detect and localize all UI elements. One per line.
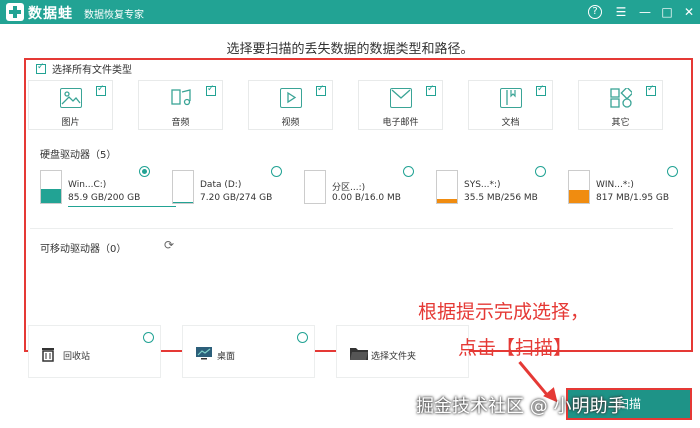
app-subtitle: 数据恢复专家 [84, 10, 144, 21]
select-all-label: 选择所有文件类型 [52, 65, 132, 76]
drive-size: 817 MB/1.95 GB [596, 193, 670, 203]
file-type-card-audio[interactable]: 音频 [138, 80, 223, 130]
checkbox-icon[interactable] [536, 84, 546, 96]
drive-radio[interactable] [403, 166, 414, 177]
checkbox-icon[interactable] [646, 84, 656, 96]
checkbox-icon[interactable] [36, 62, 46, 74]
checkbox-icon[interactable] [206, 84, 216, 96]
drive-radio[interactable] [535, 166, 546, 177]
location-folder[interactable]: 选择文件夹 [336, 325, 469, 378]
drive-name: 分区...:) [332, 183, 366, 193]
drive-name: SYS...*:) [464, 180, 501, 190]
location-label: 选择文件夹 [371, 352, 417, 362]
file-type-card-email[interactable]: 电子邮件 [358, 80, 443, 130]
close-icon[interactable]: ✕ [680, 3, 698, 21]
hard-drive-icon [304, 170, 326, 204]
drive-radio[interactable] [139, 166, 150, 177]
image-icon [59, 88, 82, 108]
hard-drives-title: 硬盘驱动器（5） [40, 150, 117, 161]
title-bar: 数据蛙 数据恢复专家 ? ☰ — □ ✕ [0, 0, 700, 24]
app-brand: 数据蛙 [28, 6, 73, 22]
refresh-icon[interactable]: ⟳ [164, 239, 176, 251]
file-type-label: 文档 [501, 118, 520, 128]
file-type-label: 图片 [61, 118, 80, 128]
minimize-icon[interactable]: — [636, 3, 654, 21]
removable-drives-title: 可移动驱动器（0） [40, 244, 127, 255]
checkbox-icon[interactable] [96, 84, 106, 96]
drive-name: WIN...*:) [596, 180, 634, 190]
drive-item[interactable]: SYS...*:) 35.5 MB/256 MB [426, 160, 546, 210]
drive-item[interactable]: 分区...:) 0.00 B/16.0 MB [294, 160, 414, 210]
drive-name: Win...C:) [68, 180, 107, 190]
location-desktop[interactable]: 桌面 [182, 325, 315, 378]
hard-drive-icon [40, 170, 62, 204]
file-type-label: 视频 [281, 118, 300, 128]
file-type-card-image[interactable]: 图片 [28, 80, 113, 130]
file-type-label: 电子邮件 [382, 118, 419, 128]
annotation-text-line1: 根据提示完成选择， [418, 301, 590, 323]
location-radio[interactable] [297, 332, 308, 343]
other-icon [609, 86, 634, 108]
drive-size: 0.00 B/16.0 MB [332, 193, 401, 203]
drive-item[interactable]: Data (D:) 7.20 GB/274 GB [162, 160, 282, 210]
hard-drive-icon [436, 170, 458, 204]
drive-radio[interactable] [667, 166, 678, 177]
hard-drives-list: Win...C:) 85.9 GB/200 GB Data (D:) 7.20 … [30, 160, 678, 210]
location-label: 回收站 [63, 352, 91, 362]
maximize-icon[interactable]: □ [658, 3, 676, 21]
app-window: 数据蛙 数据恢复专家 ? ☰ — □ ✕ 选择要扫描的丢失数据的数据类型和路径。… [0, 0, 700, 428]
file-type-label: 其它 [611, 118, 630, 128]
video-icon [279, 88, 302, 108]
drive-item[interactable]: Win...C:) 85.9 GB/200 GB [30, 160, 150, 210]
location-recycle-bin[interactable]: 回收站 [28, 325, 161, 378]
email-icon [389, 88, 412, 108]
checkbox-icon[interactable] [426, 84, 436, 96]
instruction-text: 选择要扫描的丢失数据的数据类型和路径。 [226, 42, 474, 57]
hard-drive-icon [568, 170, 590, 204]
location-radio[interactable] [143, 332, 154, 343]
drive-radio[interactable] [271, 166, 282, 177]
menu-icon[interactable]: ☰ [612, 3, 630, 21]
folder-icon [349, 346, 369, 365]
annotation-text-line2: 点击【扫描】 [458, 337, 573, 359]
music-icon [170, 88, 192, 108]
drive-size: 35.5 MB/256 MB [464, 193, 538, 203]
select-all-checkbox[interactable]: 选择所有文件类型 [36, 61, 132, 76]
file-type-card-video[interactable]: 视频 [248, 80, 333, 130]
drive-item[interactable]: WIN...*:) 817 MB/1.95 GB [558, 160, 678, 210]
location-label: 桌面 [217, 352, 236, 362]
hard-drive-icon [172, 170, 194, 204]
app-logo-icon [6, 3, 24, 21]
help-icon[interactable]: ? [588, 5, 602, 19]
file-type-card-document[interactable]: 文档 [468, 80, 553, 130]
file-type-card-other[interactable]: 其它 [578, 80, 663, 130]
file-type-label: 音频 [171, 118, 190, 128]
watermark-text: 掘金技术社区 @ 小明助手 [416, 396, 626, 417]
drive-size: 7.20 GB/274 GB [200, 193, 273, 203]
desktop-icon [195, 346, 213, 364]
checkbox-icon[interactable] [316, 84, 326, 96]
document-icon [499, 88, 522, 108]
recycle-bin-icon [41, 346, 55, 366]
drive-size: 85.9 GB/200 GB [68, 193, 141, 203]
selected-drive-underline [68, 206, 176, 207]
drive-name: Data (D:) [200, 180, 242, 190]
